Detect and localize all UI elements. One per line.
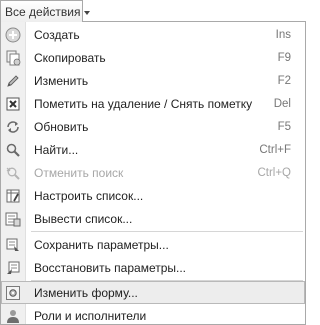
restore-settings-icon bbox=[1, 256, 25, 279]
change-form-icon bbox=[1, 281, 25, 304]
menu-item-label: Изменить форму... bbox=[34, 285, 138, 300]
menu-item-shortcut: Ins bbox=[275, 28, 291, 41]
menu-item-roles-performers[interactable]: Роли и исполнители bbox=[1, 304, 305, 325]
all-actions-label: Все действия bbox=[5, 4, 81, 19]
list-settings-icon bbox=[1, 184, 25, 207]
all-actions-button[interactable]: Все действия bbox=[0, 0, 91, 22]
menu-item-label: Роли и исполнители bbox=[34, 308, 147, 323]
menu-item-create[interactable]: Создать Ins bbox=[1, 23, 305, 46]
menu-item-mark-delete[interactable]: Пометить на удаление / Снять пометку Del bbox=[1, 92, 305, 115]
menu-item-find[interactable]: Найти... Ctrl+F bbox=[1, 138, 305, 161]
copy-icon bbox=[1, 46, 25, 69]
actions-dropdown: Все действия Создать Ins Скопировать F9 … bbox=[0, 0, 307, 325]
menu-item-shortcut: F2 bbox=[277, 74, 291, 87]
menu-item-shortcut: Ctrl+Q bbox=[257, 166, 291, 179]
menu-separator bbox=[31, 231, 303, 232]
menu-item-label: Сохранить параметры... bbox=[34, 237, 169, 252]
output-list-icon bbox=[1, 207, 25, 230]
menu-item-label: Изменить bbox=[34, 73, 89, 88]
menu-item-shortcut: F9 bbox=[277, 51, 291, 64]
refresh-icon bbox=[1, 115, 25, 138]
menu-item-configure-list[interactable]: Настроить список... bbox=[1, 184, 305, 207]
save-settings-icon bbox=[1, 233, 25, 256]
delete-mark-icon bbox=[1, 92, 25, 115]
cancel-search-icon bbox=[1, 161, 25, 184]
menu-item-label: Пометить на удаление / Снять пометку bbox=[34, 96, 253, 111]
menu-item-copy[interactable]: Скопировать F9 bbox=[1, 46, 305, 69]
menu-item-refresh[interactable]: Обновить F5 bbox=[1, 115, 305, 138]
menu-item-save-settings[interactable]: Сохранить параметры... bbox=[1, 233, 305, 256]
menu-item-cancel-search[interactable]: Отменить поиск Ctrl+Q bbox=[1, 161, 305, 184]
menu-item-change-form[interactable]: Изменить форму... bbox=[1, 281, 305, 304]
menu-item-shortcut: F5 bbox=[277, 120, 291, 133]
create-plus-icon bbox=[1, 23, 25, 46]
menu-item-output-list[interactable]: Вывести список... bbox=[1, 207, 305, 230]
menu-item-label: Создать bbox=[34, 27, 80, 42]
menu-item-label: Найти... bbox=[34, 142, 79, 157]
menu-item-edit[interactable]: Изменить F2 bbox=[1, 69, 305, 92]
menu-item-label: Обновить bbox=[34, 119, 89, 134]
menu-item-restore-settings[interactable]: Восстановить параметры... bbox=[1, 256, 305, 279]
pencil-icon bbox=[1, 69, 25, 92]
chevron-down-icon bbox=[84, 10, 91, 15]
search-icon bbox=[1, 138, 25, 161]
menu-item-label: Восстановить параметры... bbox=[34, 260, 187, 275]
menu-item-label: Скопировать bbox=[34, 50, 106, 65]
menu-item-shortcut: Del bbox=[273, 97, 291, 110]
menu-item-label: Вывести список... bbox=[34, 211, 133, 226]
menu-item-label: Отменить поиск bbox=[34, 165, 124, 180]
menu-item-label: Настроить список... bbox=[34, 188, 144, 203]
menu-item-shortcut: Ctrl+F bbox=[259, 143, 291, 156]
roles-performers-icon bbox=[1, 304, 25, 325]
actions-menu: Создать Ins Скопировать F9 Изменить F2 П… bbox=[0, 21, 306, 325]
